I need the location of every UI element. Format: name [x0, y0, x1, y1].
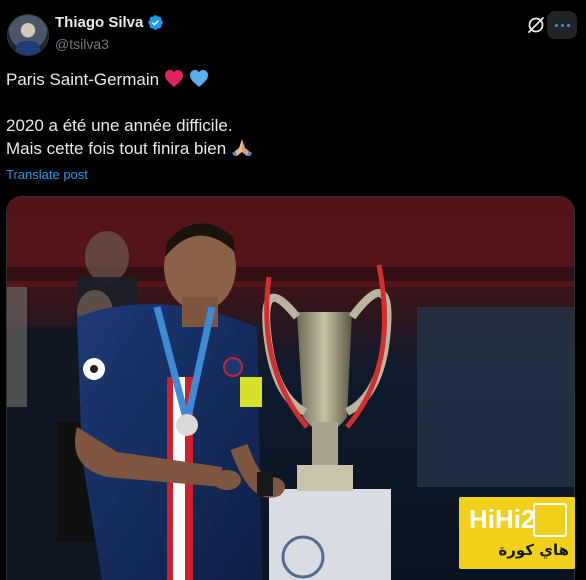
author-avatar[interactable] — [7, 14, 49, 56]
more-dot-icon — [554, 23, 558, 27]
author-display-name[interactable]: Thiago Silva — [55, 14, 143, 31]
watermark-arabic-text: هاي كورة — [498, 541, 569, 559]
post-line-1-text: Paris Saint-Germain — [6, 70, 160, 89]
folded-hands-icon — [231, 139, 252, 156]
hihi2-watermark: HiHi2 هاي كورة — [459, 497, 575, 569]
more-options-button[interactable] — [547, 11, 577, 39]
blue-heart-icon — [189, 70, 208, 87]
author-handle[interactable]: @tsilva3 — [55, 36, 109, 52]
translate-post-link[interactable]: Translate post — [6, 167, 88, 182]
post-line-1: Paris Saint-Germain — [6, 68, 566, 91]
more-dot-icon — [566, 23, 570, 27]
post-line-3-text: Mais cette fois tout finira bien — [6, 139, 227, 158]
grok-slash-icon[interactable] — [526, 15, 546, 35]
watermark-logo: HiHi2 — [469, 504, 536, 534]
author-name-row: Thiago Silva — [55, 14, 164, 31]
post-line-3: Mais cette fois tout finira bien — [6, 137, 566, 160]
post-text: Paris Saint-Germain 2020 a été une année… — [6, 68, 566, 160]
more-dot-icon — [560, 23, 564, 27]
verified-badge-icon — [148, 15, 164, 30]
post-line-2: 2020 a été une année difficile. — [6, 116, 233, 135]
tweet: Thiago Silva @tsilva3 Paris Saint-Germai… — [0, 0, 586, 580]
red-heart-icon — [164, 70, 183, 87]
watermark-box — [533, 503, 567, 537]
